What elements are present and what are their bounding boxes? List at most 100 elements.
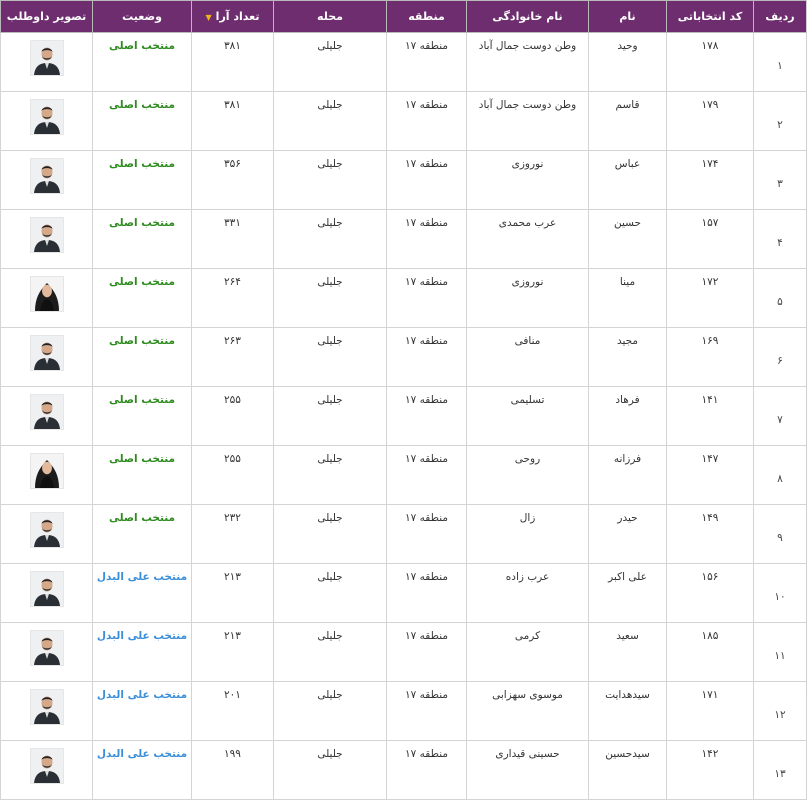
- cell-votes: ۳۵۶: [191, 150, 274, 210]
- cell-votes: ۲۶۳: [191, 327, 274, 387]
- header-votes[interactable]: تعداد آرا▼: [191, 0, 274, 33]
- cell-votes: ۲۰۱: [191, 681, 274, 741]
- cell-first-name: حیدر: [588, 504, 667, 564]
- candidate-photo[interactable]: [29, 99, 64, 135]
- cell-status: منتخب علی البدل: [92, 681, 192, 741]
- cell-first-name: علی اکبر: [588, 563, 667, 623]
- table-row[interactable]: ۶ ۱۶۹ مجید منافی منطقه ۱۷ جلیلی ۲۶۳ منتخب اصلی: [0, 327, 807, 387]
- cell-district: منطقه ۱۷: [386, 622, 467, 682]
- cell-neighborhood: جلیلی: [273, 681, 387, 741]
- cell-last-name: عرب زاده: [466, 563, 589, 623]
- cell-district: منطقه ۱۷: [386, 91, 467, 151]
- cell-status: منتخب اصلی: [92, 150, 192, 210]
- table-row[interactable]: ۸ ۱۴۷ فرزانه روحی منطقه ۱۷ جلیلی ۲۵۵ منتخب اصلی: [0, 445, 807, 505]
- cell-code: ۱۶۹: [666, 327, 754, 387]
- cell-last-name: حسینی قیداری: [466, 740, 589, 800]
- cell-photo: [0, 327, 93, 387]
- cell-first-name: فرزانه: [588, 445, 667, 505]
- table-row[interactable]: ۴ ۱۵۷ حسین عرب محمدی منطقه ۱۷ جلیلی ۳۳۱ منتخب ا…: [0, 209, 807, 269]
- cell-last-name: وطن دوست جمال آباد: [466, 91, 589, 151]
- cell-status: منتخب اصلی: [92, 91, 192, 151]
- header-code[interactable]: کد انتخاباتی: [666, 0, 754, 33]
- header-district[interactable]: منطقه: [386, 0, 467, 33]
- cell-neighborhood: جلیلی: [273, 386, 387, 446]
- table-row[interactable]: ۷ ۱۴۱ فرهاد تسلیمی منطقه ۱۷ جلیلی ۲۵۵ منتخب اصل…: [0, 386, 807, 446]
- candidate-photo[interactable]: [29, 748, 64, 784]
- table-header: ردیف کد انتخاباتی نام نام خانوادگی منطقه…: [0, 0, 807, 33]
- cell-votes: ۲۶۴: [191, 268, 274, 328]
- cell-neighborhood: جلیلی: [273, 150, 387, 210]
- cell-neighborhood: جلیلی: [273, 622, 387, 682]
- cell-row-number: ۷: [753, 386, 807, 446]
- cell-photo: [0, 150, 93, 210]
- table-row[interactable]: ۵ ۱۷۲ مینا نوروزی منطقه ۱۷ جلیلی ۲۶۴ منتخب اصلی: [0, 268, 807, 328]
- candidate-photo[interactable]: [29, 689, 64, 725]
- male-avatar-icon: [30, 690, 63, 724]
- table-row[interactable]: ۱۲ ۱۷۱ سیدهدایت موسوی سهزابی منطقه ۱۷ جلیلی ۲۰…: [0, 681, 807, 741]
- header-photo[interactable]: تصویر داوطلب: [0, 0, 93, 33]
- cell-district: منطقه ۱۷: [386, 386, 467, 446]
- cell-row-number: ۳: [753, 150, 807, 210]
- header-neighborhood[interactable]: محله: [273, 0, 387, 33]
- table-row[interactable]: ۱۱ ۱۸۵ سعید کرمی منطقه ۱۷ جلیلی ۲۱۳ منتخب علی ا…: [0, 622, 807, 682]
- cell-neighborhood: جلیلی: [273, 504, 387, 564]
- header-last-name[interactable]: نام خانوادگی: [466, 0, 589, 33]
- cell-first-name: قاسم: [588, 91, 667, 151]
- header-row-number[interactable]: ردیف: [753, 0, 807, 33]
- cell-row-number: ۱۳: [753, 740, 807, 800]
- candidate-photo[interactable]: [29, 335, 64, 371]
- candidate-photo[interactable]: [29, 453, 64, 489]
- header-first-name[interactable]: نام: [588, 0, 667, 33]
- cell-first-name: سیدحسین: [588, 740, 667, 800]
- cell-last-name: وطن دوست جمال آباد: [466, 32, 589, 92]
- cell-district: منطقه ۱۷: [386, 563, 467, 623]
- cell-status: منتخب علی البدل: [92, 740, 192, 800]
- candidate-photo[interactable]: [29, 40, 64, 76]
- cell-district: منطقه ۱۷: [386, 504, 467, 564]
- cell-votes: ۲۱۳: [191, 622, 274, 682]
- table-row[interactable]: ۱۳ ۱۴۲ سیدحسین حسینی قیداری منطقه ۱۷ جلیلی ۱۹۹…: [0, 740, 807, 800]
- cell-row-number: ۱۲: [753, 681, 807, 741]
- cell-status: منتخب اصلی: [92, 386, 192, 446]
- cell-district: منطقه ۱۷: [386, 327, 467, 387]
- table-row[interactable]: ۲ ۱۷۹ قاسم وطن دوست جمال آباد منطقه ۱۷ جلیلی ۳…: [0, 91, 807, 151]
- candidate-photo[interactable]: [29, 158, 64, 194]
- cell-votes: ۳۸۱: [191, 91, 274, 151]
- cell-first-name: حسین: [588, 209, 667, 269]
- table-row[interactable]: ۹ ۱۴۹ حیدر زال منطقه ۱۷ جلیلی ۲۳۲ منتخب اصلی: [0, 504, 807, 564]
- cell-code: ۱۷۸: [666, 32, 754, 92]
- cell-row-number: ۱۱: [753, 622, 807, 682]
- candidate-photo[interactable]: [29, 571, 64, 607]
- sort-desc-icon[interactable]: ▼: [206, 13, 212, 22]
- male-avatar-icon: [30, 336, 63, 370]
- candidate-photo[interactable]: [29, 512, 64, 548]
- table-row[interactable]: ۱ ۱۷۸ وحید وطن دوست جمال آباد منطقه ۱۷ جلیلی ۳…: [0, 32, 807, 92]
- table-row[interactable]: ۱۰ ۱۵۶ علی اکبر عرب زاده منطقه ۱۷ جلیلی ۲۱۳ منت…: [0, 563, 807, 623]
- cell-code: ۱۴۲: [666, 740, 754, 800]
- cell-status: منتخب اصلی: [92, 445, 192, 505]
- table-row[interactable]: ۳ ۱۷۴ عباس نوروزی منطقه ۱۷ جلیلی ۳۵۶ منتخب اصلی: [0, 150, 807, 210]
- candidate-photo[interactable]: [29, 394, 64, 430]
- male-avatar-icon: [30, 395, 63, 429]
- candidate-photo[interactable]: [29, 217, 64, 253]
- cell-photo: [0, 445, 93, 505]
- cell-votes: ۲۱۳: [191, 563, 274, 623]
- cell-photo: [0, 563, 93, 623]
- cell-code: ۱۸۵: [666, 622, 754, 682]
- cell-photo: [0, 740, 93, 800]
- cell-code: ۱۴۱: [666, 386, 754, 446]
- cell-status: منتخب علی البدل: [92, 622, 192, 682]
- results-table: ردیف کد انتخاباتی نام نام خانوادگی منطقه…: [0, 0, 807, 800]
- cell-photo: [0, 32, 93, 92]
- cell-row-number: ۲: [753, 91, 807, 151]
- cell-photo: [0, 681, 93, 741]
- male-avatar-icon: [30, 100, 63, 134]
- header-status[interactable]: وضعیت: [92, 0, 192, 33]
- male-avatar-icon: [30, 749, 63, 783]
- table-body: ۱ ۱۷۸ وحید وطن دوست جمال آباد منطقه ۱۷ جلیلی ۳…: [0, 32, 807, 800]
- male-avatar-icon: [30, 513, 63, 547]
- candidate-photo[interactable]: [29, 276, 64, 312]
- cell-votes: ۳۳۱: [191, 209, 274, 269]
- cell-status: منتخب اصلی: [92, 32, 192, 92]
- candidate-photo[interactable]: [29, 630, 64, 666]
